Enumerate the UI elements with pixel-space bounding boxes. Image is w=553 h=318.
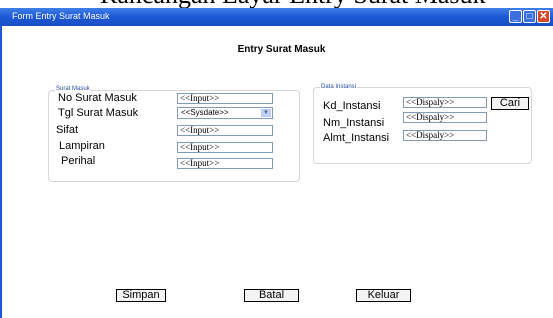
almt-instansi-label: Almt_Instansi [323, 132, 390, 144]
lampiran-input[interactable]: <<Input>> [177, 142, 273, 153]
form-heading: Entry Surat Masuk [237, 44, 326, 55]
form-window: Form Entry Surat Masuk _ □ ✕ Entry Surat… [0, 8, 553, 318]
maximize-button[interactable]: □ [523, 10, 536, 23]
nm-instansi-display: <<Dispaly>> [403, 112, 487, 123]
perihal-input[interactable]: <<Input>> [177, 158, 273, 169]
close-button[interactable]: ✕ [537, 10, 550, 23]
tgl-surat-masuk-value: <<Sysdate>> [181, 108, 229, 117]
tgl-surat-masuk-label: Tgl Surat Masuk [58, 107, 139, 119]
window-border [0, 26, 2, 318]
window-title: Form Entry Surat Masuk [12, 11, 110, 21]
chevron-down-icon[interactable]: ▼ [261, 109, 271, 117]
almt-instansi-display: <<Dispaly>> [403, 130, 487, 141]
cari-button[interactable]: Cari [491, 97, 529, 110]
sifat-input[interactable]: <<Input>> [177, 125, 273, 136]
caption-text: Rancangan Layar Entry Surat Masuk [100, 0, 486, 8]
no-surat-masuk-input[interactable]: <<Input>> [177, 93, 273, 104]
kd-instansi-label: Kd_Instansi [323, 100, 381, 112]
minimize-button[interactable]: _ [509, 10, 522, 23]
document-caption: Rancangan Layar Entry Surat Masuk [0, 0, 553, 8]
nm-instansi-label: Nm_Instansi [323, 117, 385, 129]
tgl-surat-masuk-select[interactable]: <<Sysdate>> ▼ [177, 107, 273, 119]
keluar-button[interactable]: Keluar [356, 289, 411, 302]
kd-instansi-display: <<Dispaly>> [403, 97, 487, 108]
title-bar: Form Entry Surat Masuk _ □ ✕ [0, 8, 553, 26]
perihal-label: Perihal [61, 155, 96, 167]
data-instansi-legend: Data Instansi [320, 84, 358, 90]
no-surat-masuk-label: No Surat Masuk [58, 92, 137, 104]
batal-button[interactable]: Batal [244, 289, 299, 302]
lampiran-label: Lampiran [59, 140, 105, 152]
sifat-label: Sifat [56, 124, 79, 136]
simpan-button[interactable]: Simpan [116, 289, 166, 302]
